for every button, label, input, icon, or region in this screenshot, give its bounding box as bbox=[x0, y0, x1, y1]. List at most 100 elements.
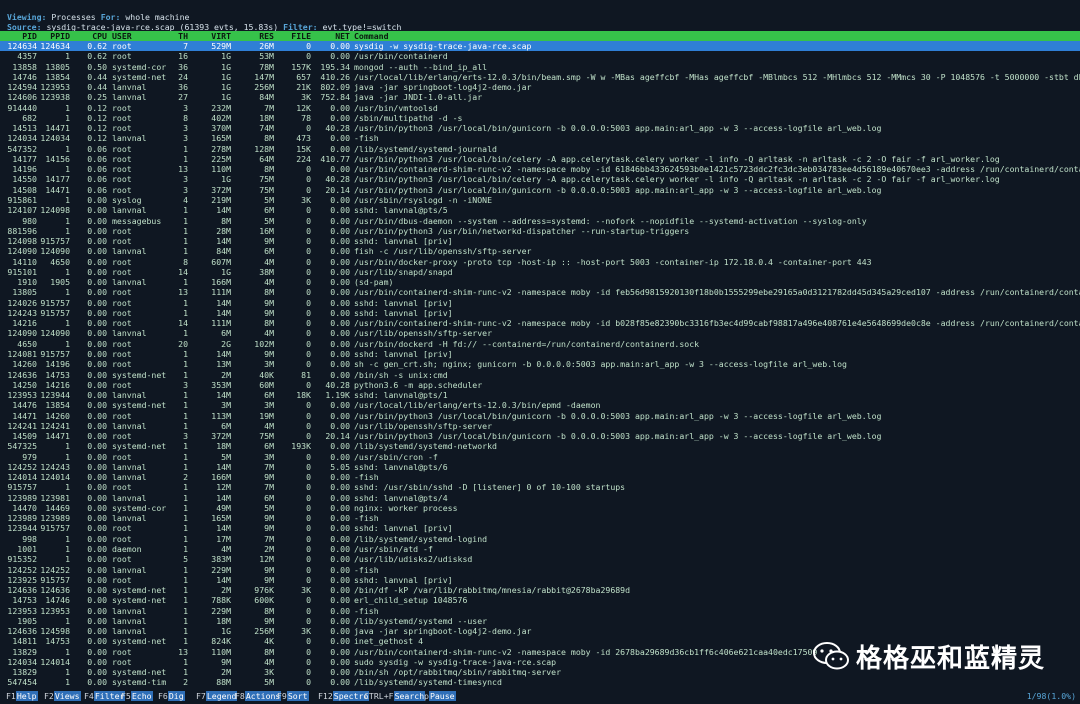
table-row[interactable]: 1910 1905 0.00 lanvnal 1 166M 4M 0 0.00 (sd-pam) bbox=[0, 277, 1080, 287]
table-row[interactable]: 14746 13854 0.44 systemd-net 24 1G 147M 657 410.… bbox=[0, 72, 1080, 82]
table-row[interactable]: 124098 915757 0.00 root 1 14M 9M 0 0.00 sshd: lan… bbox=[0, 236, 1080, 246]
fkey-help[interactable]: F1Help bbox=[6, 690, 38, 702]
table-row[interactable]: 915101 1 0.00 root 14 1G 38M 0 0.00/usr/lib/snap… bbox=[0, 267, 1080, 277]
table-row[interactable]: 14513 14471 0.12 root 3 370M 74M 0 40.28/usr/bin… bbox=[0, 123, 1080, 133]
cell-virt: 1G bbox=[221, 71, 231, 82]
table-row[interactable]: 14753 14746 0.00 systemd-net 1 788K 600K 0 0.00 e… bbox=[0, 595, 1080, 605]
col-th[interactable]: TH bbox=[165, 31, 188, 41]
table-row[interactable]: 14508 14471 0.06 root 3 372M 75M 0 20.14/usr/bin… bbox=[0, 185, 1080, 195]
cell-cpu: 0.44 bbox=[87, 82, 107, 93]
table-row[interactable]: 14196 1 0.06 root 13 110M 8M 0 0.00/usr/bin/cont… bbox=[0, 164, 1080, 174]
fkey-echo[interactable]: F5Echo bbox=[121, 690, 153, 702]
table-row[interactable]: 914440 1 0.12 root 3 232M 7M 12K 0.00/usr/bin/vm… bbox=[0, 103, 1080, 113]
table-row[interactable]: 123953 123953 0.00 lanvnal 1 229M 8M 0 0.00 -fish bbox=[0, 606, 1080, 616]
fkey-search[interactable]: CTRL+FSearch bbox=[364, 690, 426, 702]
table-row[interactable]: 124636 14753 0.00 systemd-net 1 2M 40K 81 0.00/b… bbox=[0, 370, 1080, 380]
table-row[interactable]: 14550 14177 0.06 root 3 1G 75M 0 40.28/usr/bin/p… bbox=[0, 174, 1080, 184]
table-row[interactable]: 14177 14156 0.06 root 1 225M 64M 224 410.77/usr/… bbox=[0, 154, 1080, 164]
table-row[interactable]: 123925 915757 0.00 root 1 14M 9M 0 0.00 sshd: lan… bbox=[0, 575, 1080, 585]
cell-res: 256M bbox=[254, 626, 274, 637]
cell-ppid: 123981 bbox=[40, 492, 70, 503]
table-row[interactable]: 979 1 0.00 root 1 5M 3M 0 0.00/usr/sbin/cron -f bbox=[0, 452, 1080, 462]
fkey-actions[interactable]: F8Actions bbox=[235, 690, 282, 702]
table-row[interactable]: 124636 124636 0.00 systemd-net 1 2M 976K 3K 0.00… bbox=[0, 585, 1080, 595]
table-row[interactable]: 124090 124090 0.00 lanvnal 1 6M 4M 0 0.00/usr/li… bbox=[0, 328, 1080, 338]
cell-net: 20.14 bbox=[325, 184, 350, 195]
table-row[interactable]: 124026 915757 0.00 root 1 14M 9M 0 0.00 sshd: lan… bbox=[0, 298, 1080, 308]
table-row[interactable]: 915757 1 0.00 root 1 12M 7M 0 0.00 sshd: /usr/sbi… bbox=[0, 482, 1080, 492]
table-row[interactable]: 124606 123938 0.25 lanvnal 27 1G 84M 3K 752.84 ja… bbox=[0, 92, 1080, 102]
cell-net: 0.00 bbox=[330, 307, 350, 318]
cell-cpu: 0.00 bbox=[87, 277, 107, 288]
col-pid[interactable]: PID bbox=[0, 31, 37, 41]
cell-cpu: 0.00 bbox=[87, 420, 107, 431]
fkey-sort[interactable]: F9Sort bbox=[277, 690, 309, 702]
table-row[interactable]: 14509 14471 0.00 root 3 372M 75M 0 20.14/usr/bin… bbox=[0, 431, 1080, 441]
cell-th: 1 bbox=[183, 225, 188, 236]
fkey-pause[interactable]: pPause bbox=[424, 690, 456, 702]
cell-th: 1 bbox=[183, 307, 188, 318]
table-row[interactable]: 123953 123944 0.00 lanvnal 1 14M 6M 18K 1.19K ssh… bbox=[0, 390, 1080, 400]
fkey-dig[interactable]: F6Dig bbox=[158, 690, 185, 702]
cell-file: 193K bbox=[291, 441, 311, 452]
table-row[interactable]: 124252 124243 0.00 lanvnal 1 14M 7M 0 5.05 sshd: … bbox=[0, 462, 1080, 472]
table-row[interactable]: 13805 1 0.00 root 13 111M 8M 0 0.00/usr/bin/cont… bbox=[0, 287, 1080, 297]
table-row[interactable]: 881596 1 0.00 root 1 28M 16M 0 0.00/usr/bin/pyth… bbox=[0, 226, 1080, 236]
table-row[interactable]: 124107 124098 0.00 lanvnal 1 14M 6M 0 0.00 sshd: … bbox=[0, 205, 1080, 215]
table-row[interactable]: 1001 1 0.00 daemon 1 4M 2M 0 0.00/usr/sbin/atd -… bbox=[0, 544, 1080, 554]
table-row[interactable]: 682 1 0.12 root 8 402M 18M 78 0.00/sbin/multipat… bbox=[0, 113, 1080, 123]
table-row[interactable]: 14260 14196 0.00 root 1 13M 3M 0 0.00 sh -c gen_c… bbox=[0, 359, 1080, 369]
col-ppid[interactable]: PPID bbox=[37, 31, 70, 41]
col-file[interactable]: FILE bbox=[274, 31, 311, 41]
table-row[interactable]: 4650 1 0.00 root 20 2G 102M 0 0.00/usr/bin/docke… bbox=[0, 339, 1080, 349]
cell-pid: 14177 bbox=[12, 153, 37, 164]
cell-net: 0.00 bbox=[330, 482, 350, 493]
table-row[interactable]: 980 1 0.00 messagebus 1 8M 5M 0 0.00/usr/bin/dbu… bbox=[0, 216, 1080, 226]
table-row[interactable]: 4357 1 0.62 root 16 1G 53M 0 0.00/usr/bin/contai… bbox=[0, 51, 1080, 61]
table-row[interactable]: 14470 14469 0.00 systemd-cor 1 49M 5M 0 0.00 ngin… bbox=[0, 503, 1080, 513]
cell-ppid: 1 bbox=[65, 102, 70, 113]
table-row[interactable]: 124241 124241 0.00 lanvnal 1 6M 4M 0 0.00/usr/li… bbox=[0, 421, 1080, 431]
table-row[interactable]: 124634 124634 0.62 root 7 529M 26M 0 0.00 sysdig … bbox=[0, 41, 1080, 52]
table-row[interactable]: 123944 915757 0.00 root 1 14M 9M 0 0.00 sshd: lan… bbox=[0, 523, 1080, 533]
fkey-legend[interactable]: F7Legend bbox=[196, 690, 238, 702]
table-row[interactable]: 124034 124034 0.12 lanvnal 3 165M 8M 473 0.00 -fi… bbox=[0, 133, 1080, 143]
table-row[interactable]: 124243 915757 0.00 root 1 14M 9M 0 0.00 sshd: lan… bbox=[0, 308, 1080, 318]
cell-file: 0 bbox=[306, 554, 311, 565]
fkey-filter[interactable]: F4Filter bbox=[84, 690, 126, 702]
fkey-views[interactable]: F2Views bbox=[44, 690, 81, 702]
table-row[interactable]: 123989 123981 0.00 lanvnal 1 14M 6M 0 0.00 sshd: … bbox=[0, 493, 1080, 503]
cell-command: /usr/lib/snapd/snapd bbox=[354, 266, 453, 277]
fkey-spectro[interactable]: F12Spectro bbox=[318, 690, 370, 702]
table-row[interactable]: 915861 1 0.00 syslog 4 219M 5M 3K 0.00/usr/sbin/… bbox=[0, 195, 1080, 205]
table-row[interactable]: 14476 13854 0.00 systemd-net 1 3M 3M 0 0.00/usr/… bbox=[0, 400, 1080, 410]
table-row[interactable]: 547352 1 0.06 root 1 278M 128M 15K 0.00/lib/syst… bbox=[0, 144, 1080, 154]
cell-file: 157K bbox=[291, 61, 311, 72]
table-row[interactable]: 124252 124252 0.00 lanvnal 1 229M 9M 0 0.00 -fish bbox=[0, 565, 1080, 575]
table-row[interactable]: 14216 1 0.00 root 14 111M 8M 0 0.00/usr/bin/cont… bbox=[0, 318, 1080, 328]
cell-command: sshd: lanvnal [priv] bbox=[354, 297, 453, 308]
cell-virt: 165M bbox=[211, 513, 231, 524]
table-row[interactable]: 124090 124090 0.00 lanvnal 1 84M 6M 0 0.00 fish -… bbox=[0, 246, 1080, 256]
table-row[interactable]: 915352 1 0.00 root 5 383M 12M 0 0.00/usr/lib/udi… bbox=[0, 554, 1080, 564]
table-row[interactable]: 123989 123989 0.00 lanvnal 1 165M 9M 0 0.00 -fish bbox=[0, 513, 1080, 523]
col-cpu[interactable]: CPU bbox=[70, 31, 107, 41]
table-row[interactable]: 14250 14216 0.00 root 3 353M 60M 0 40.28 python3.… bbox=[0, 380, 1080, 390]
table-row[interactable]: 14110 4650 0.00 root 8 607M 4M 0 0.00/usr/bin/do… bbox=[0, 257, 1080, 267]
table-row[interactable]: 124081 915757 0.00 root 1 14M 9M 0 0.00 sshd: lan… bbox=[0, 349, 1080, 359]
col-net[interactable]: NET bbox=[311, 31, 350, 41]
table-row[interactable]: 14471 14260 0.00 root 1 113M 19M 0 0.00/usr/bin/… bbox=[0, 411, 1080, 421]
table-row[interactable]: 547454 1 0.00 systemd-tim 2 88M 5M 0 0.00/lib/sy… bbox=[0, 677, 1080, 687]
cell-th: 3 bbox=[183, 379, 188, 390]
table-row[interactable]: 124014 124014 0.00 lanvnal 2 166M 9M 0 0.00 -fish bbox=[0, 472, 1080, 482]
table-row[interactable]: 1905 1 0.00 lanvnal 1 18M 9M 0 0.00/lib/systemd/… bbox=[0, 616, 1080, 626]
table-row[interactable]: 13858 13805 0.50 systemd-cor 36 1G 78M 157K 195.… bbox=[0, 62, 1080, 72]
table-row[interactable]: 124594 123953 0.44 lanvnal 36 1G 256M 21K 802.09… bbox=[0, 82, 1080, 92]
col-command[interactable]: Command bbox=[354, 31, 1080, 41]
col-virt[interactable]: VIRT bbox=[188, 31, 231, 41]
table-row[interactable]: 547325 1 0.00 systemd-net 1 18M 6M 193K 0.00/lib… bbox=[0, 441, 1080, 451]
col-res[interactable]: RES bbox=[231, 31, 274, 41]
table-row[interactable]: 998 1 0.00 root 1 17M 7M 0 0.00/lib/systemd/syst… bbox=[0, 534, 1080, 544]
cell-res: 9M bbox=[264, 523, 274, 534]
table-row[interactable]: 124636 124598 0.00 lanvnal 1 1G 256M 3K 0.00 java… bbox=[0, 626, 1080, 636]
